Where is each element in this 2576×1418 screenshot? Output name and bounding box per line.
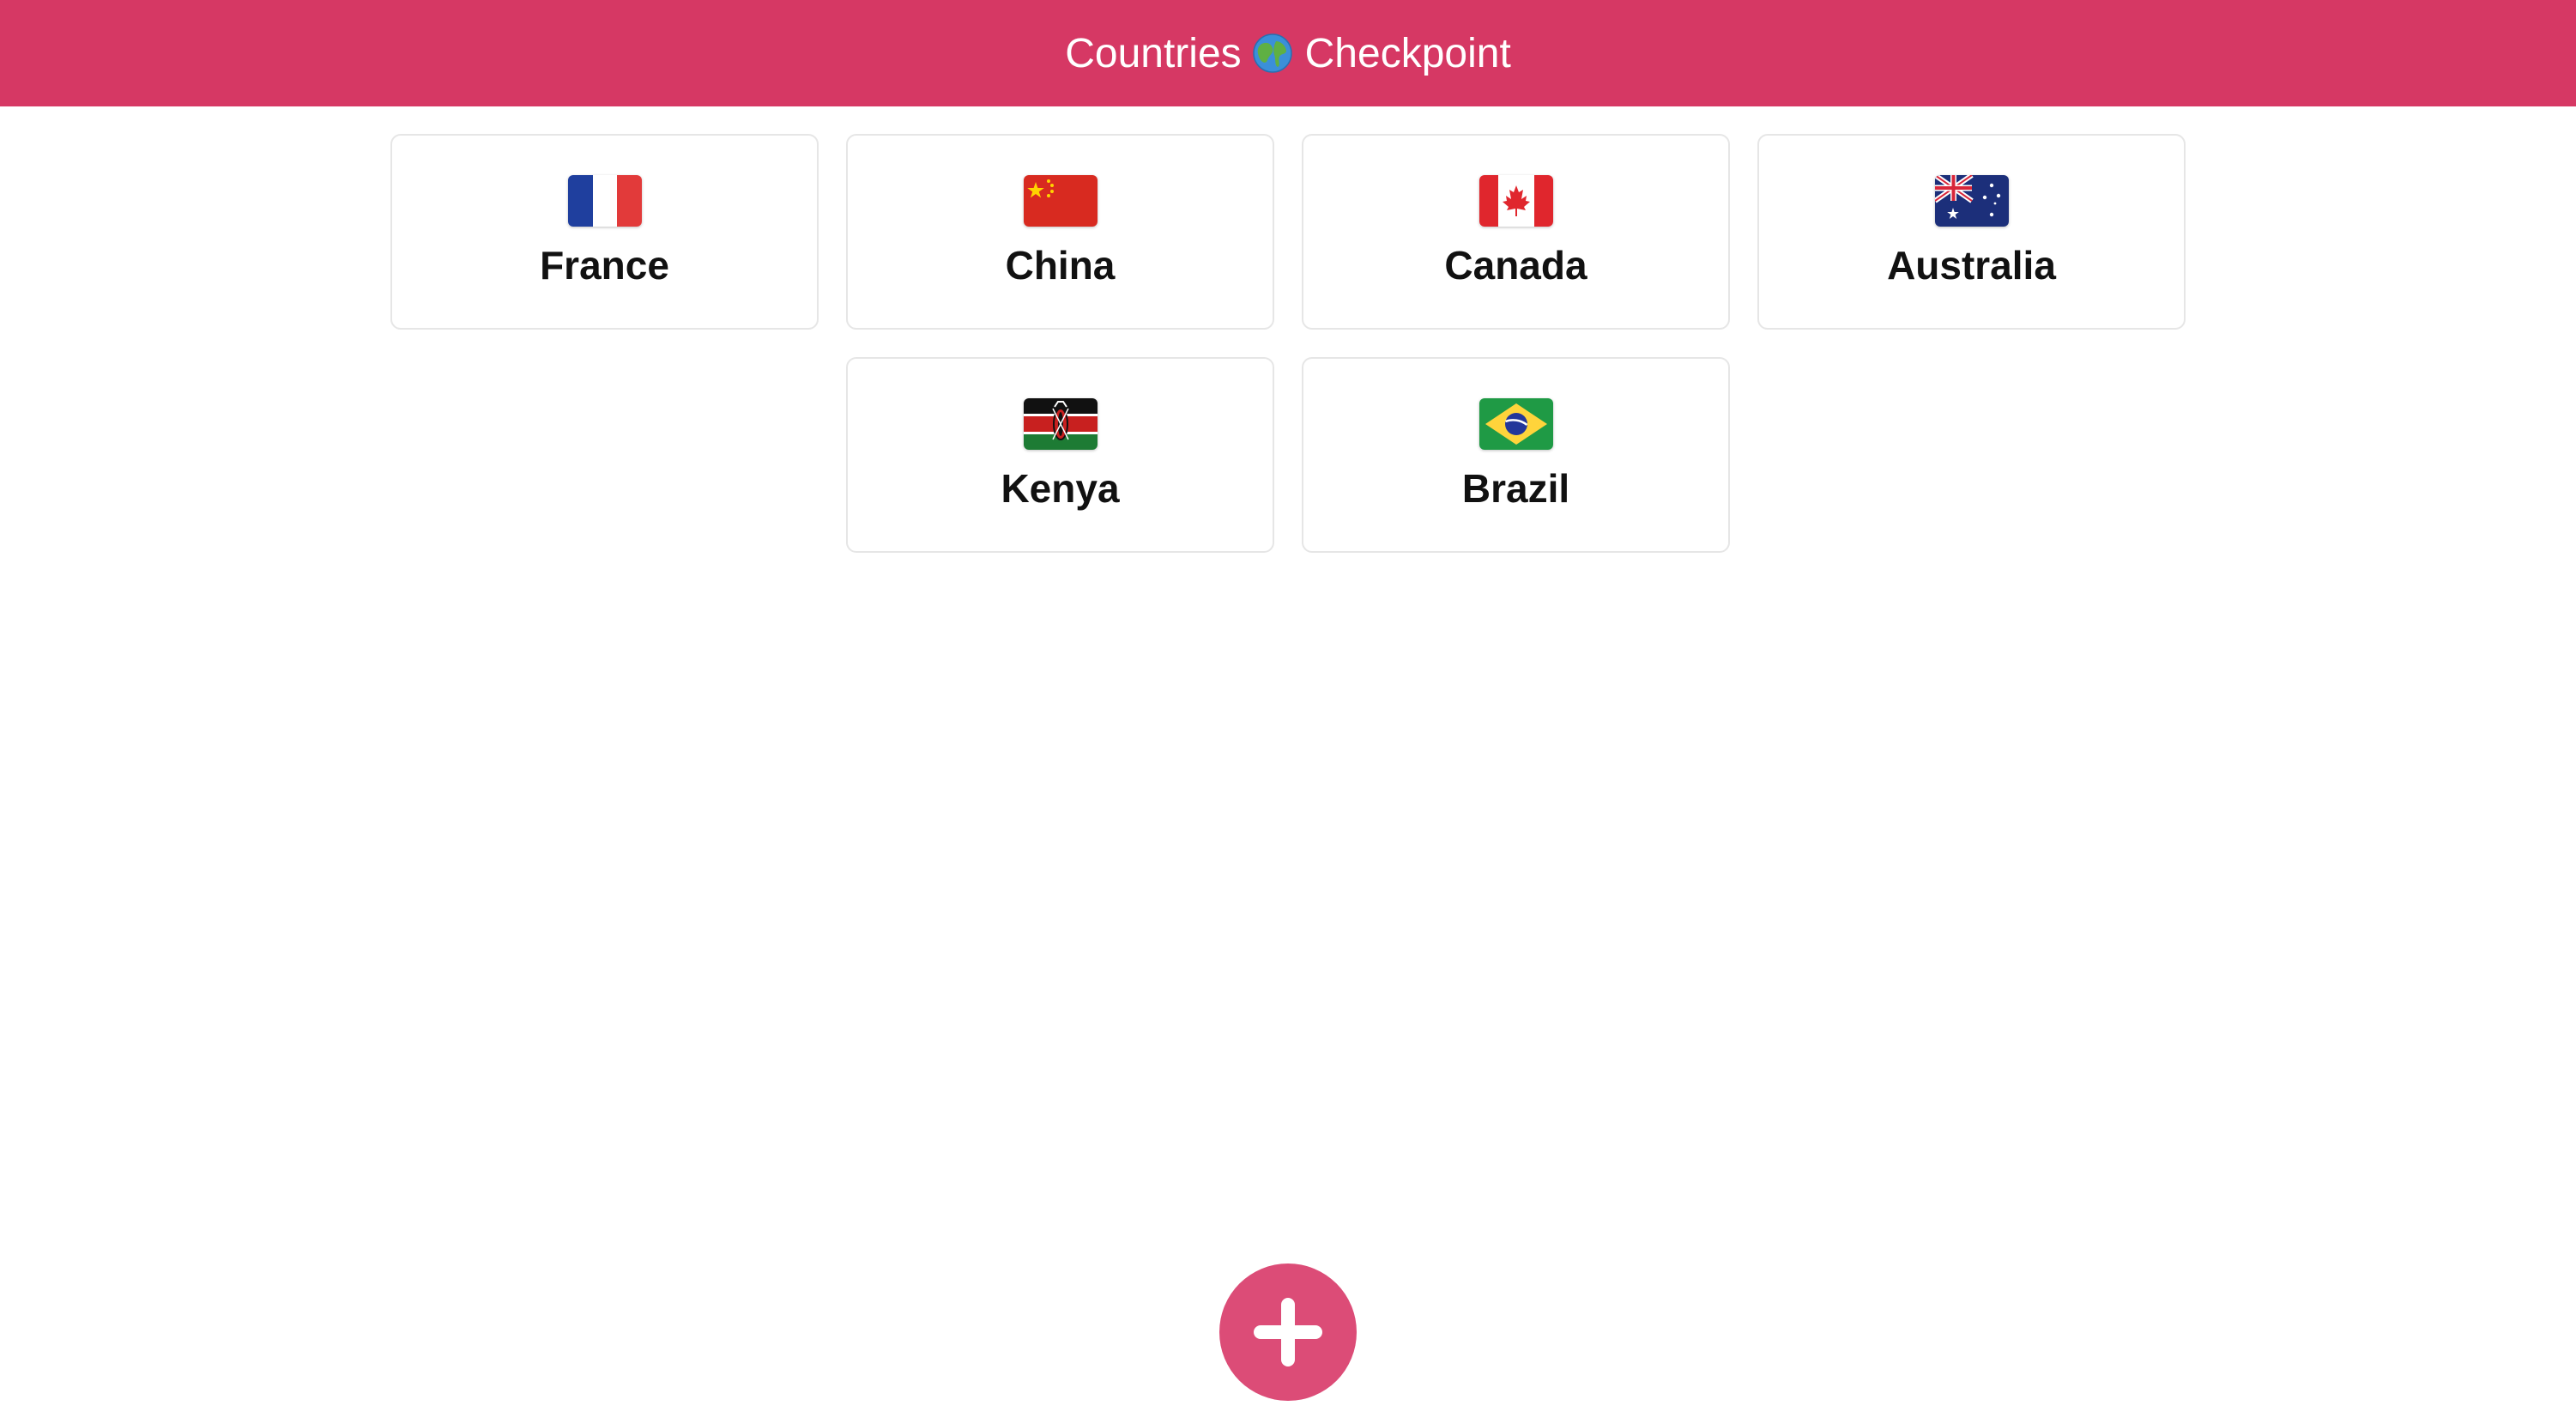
- add-country-button[interactable]: [1219, 1263, 1357, 1401]
- canada-flag-icon: [1478, 175, 1553, 227]
- china-flag-icon: [1023, 175, 1098, 227]
- app-header: Countries Checkpoint: [0, 0, 2576, 106]
- country-card-kenya[interactable]: Kenya: [846, 357, 1274, 553]
- country-name: Kenya: [1001, 466, 1120, 511]
- brazil-flag-icon: [1478, 398, 1553, 450]
- country-name: Brazil: [1461, 466, 1570, 511]
- france-flag-icon: [567, 175, 642, 227]
- country-card-france[interactable]: France: [390, 134, 819, 330]
- globe-icon: [1252, 33, 1293, 74]
- country-card-brazil[interactable]: Brazil: [1302, 357, 1730, 553]
- country-card-canada[interactable]: Canada: [1302, 134, 1730, 330]
- country-name: China: [1005, 243, 1116, 288]
- country-name: Canada: [1444, 243, 1587, 288]
- kenya-flag-icon: [1023, 398, 1098, 450]
- australia-flag-icon: [1934, 175, 2009, 227]
- plus-icon: [1254, 1298, 1322, 1366]
- page-title-left: Countries: [1065, 30, 1242, 76]
- page-title-right: Checkpoint: [1304, 30, 1511, 76]
- countries-grid: France China Canada Australia Kenya Braz…: [0, 134, 2576, 553]
- country-card-australia[interactable]: Australia: [1757, 134, 2186, 330]
- country-name: Australia: [1887, 243, 2056, 288]
- country-name: France: [540, 243, 669, 288]
- country-card-china[interactable]: China: [846, 134, 1274, 330]
